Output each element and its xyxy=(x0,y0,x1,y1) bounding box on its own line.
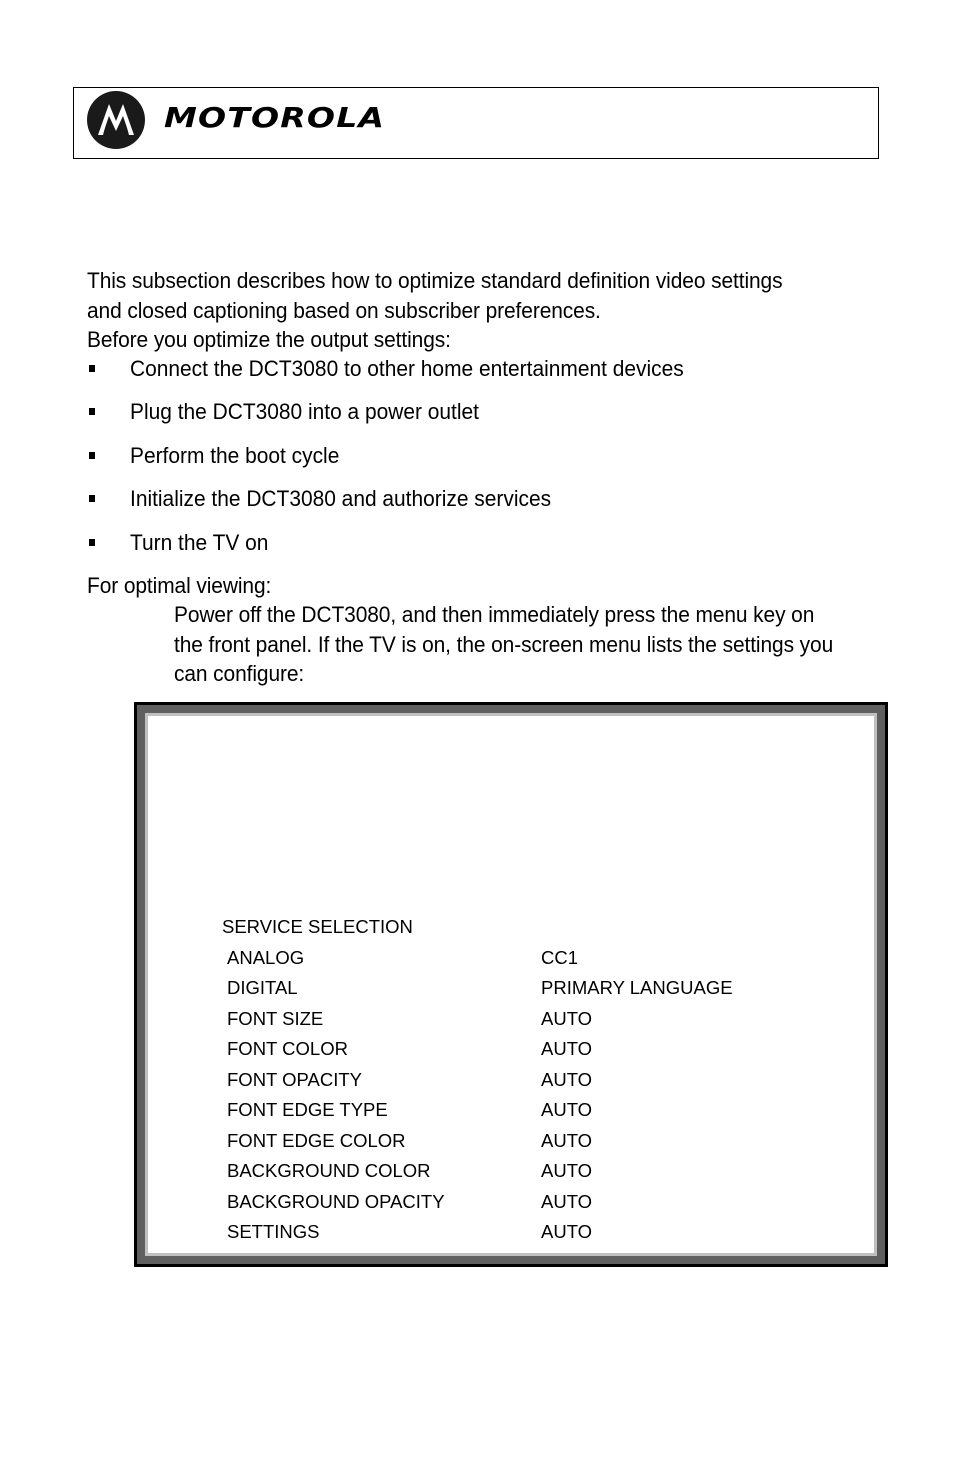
menu-row: FONT OPACITY AUTO xyxy=(148,1069,874,1099)
menu-row-value: AUTO xyxy=(541,1099,593,1120)
menu-row: FONT SIZE AUTO xyxy=(148,1008,874,1038)
menu-row-label: FONT EDGE TYPE xyxy=(227,1099,388,1120)
menu-row-label: BACKGROUND COLOR xyxy=(227,1160,431,1181)
bullet-icon xyxy=(89,495,95,502)
menu-row-value: AUTO xyxy=(541,1130,593,1151)
menu-row-value: AUTO xyxy=(541,1008,593,1029)
menu-row-value: AUTO xyxy=(541,1221,593,1242)
intro-paragraph: This subsection describes how to optimiz… xyxy=(87,268,783,323)
before-label: Before you optimize the output settings: xyxy=(87,327,451,352)
tv-screen-figure: SERVICE SELECTION ANALOG CC1 DIGITAL PRI… xyxy=(134,702,888,1267)
bullet-icon xyxy=(89,408,95,415)
menu-row-label: SETTINGS xyxy=(227,1221,320,1242)
menu-row: ANALOG CC1 xyxy=(148,947,874,977)
bullet-icon xyxy=(89,539,95,546)
menu-row: DIGITAL PRIMARY LANGUAGE xyxy=(148,977,874,1007)
brand-wordmark: MOTOROLA xyxy=(164,101,386,134)
motorola-logo-icon xyxy=(87,91,145,149)
menu-row-value: AUTO xyxy=(541,1069,593,1090)
menu-row-label: DIGITAL xyxy=(227,977,298,998)
optimal-viewing-instruction: Power off the DCT3080, and then immediat… xyxy=(174,602,834,686)
menu-row-label: FONT EDGE COLOR xyxy=(227,1130,406,1151)
menu-row-value: PRIMARY LANGUAGE xyxy=(541,977,733,998)
menu-row: FONT EDGE TYPE AUTO xyxy=(148,1099,874,1129)
menu-row-label: FONT COLOR xyxy=(227,1038,348,1059)
optimal-viewing-label: For optimal viewing: xyxy=(87,573,272,598)
menu-title: SERVICE SELECTION xyxy=(222,916,413,937)
on-screen-menu: SERVICE SELECTION ANALOG CC1 DIGITAL PRI… xyxy=(148,716,874,1253)
menu-row-label: FONT OPACITY xyxy=(227,1069,362,1090)
bullet-icon xyxy=(89,452,95,459)
menu-row-value: CC1 xyxy=(541,947,579,968)
menu-row: BACKGROUND COLOR AUTO xyxy=(148,1160,874,1190)
bullet-icon xyxy=(89,365,95,372)
menu-row: FONT EDGE COLOR AUTO xyxy=(148,1130,874,1160)
menu-row: SETTINGS AUTO xyxy=(148,1221,874,1251)
menu-row-value: AUTO xyxy=(541,1160,593,1181)
menu-row-label: FONT SIZE xyxy=(227,1008,324,1029)
menu-row: FONT COLOR AUTO xyxy=(148,1038,874,1068)
menu-row-label: ANALOG xyxy=(227,947,305,968)
menu-row-label: BACKGROUND OPACITY xyxy=(227,1191,445,1212)
menu-row-value: AUTO xyxy=(541,1191,593,1212)
menu-row: BACKGROUND OPACITY AUTO xyxy=(148,1191,874,1221)
page-header: MOTOROLA xyxy=(73,87,879,159)
menu-row-value: AUTO xyxy=(541,1038,593,1059)
